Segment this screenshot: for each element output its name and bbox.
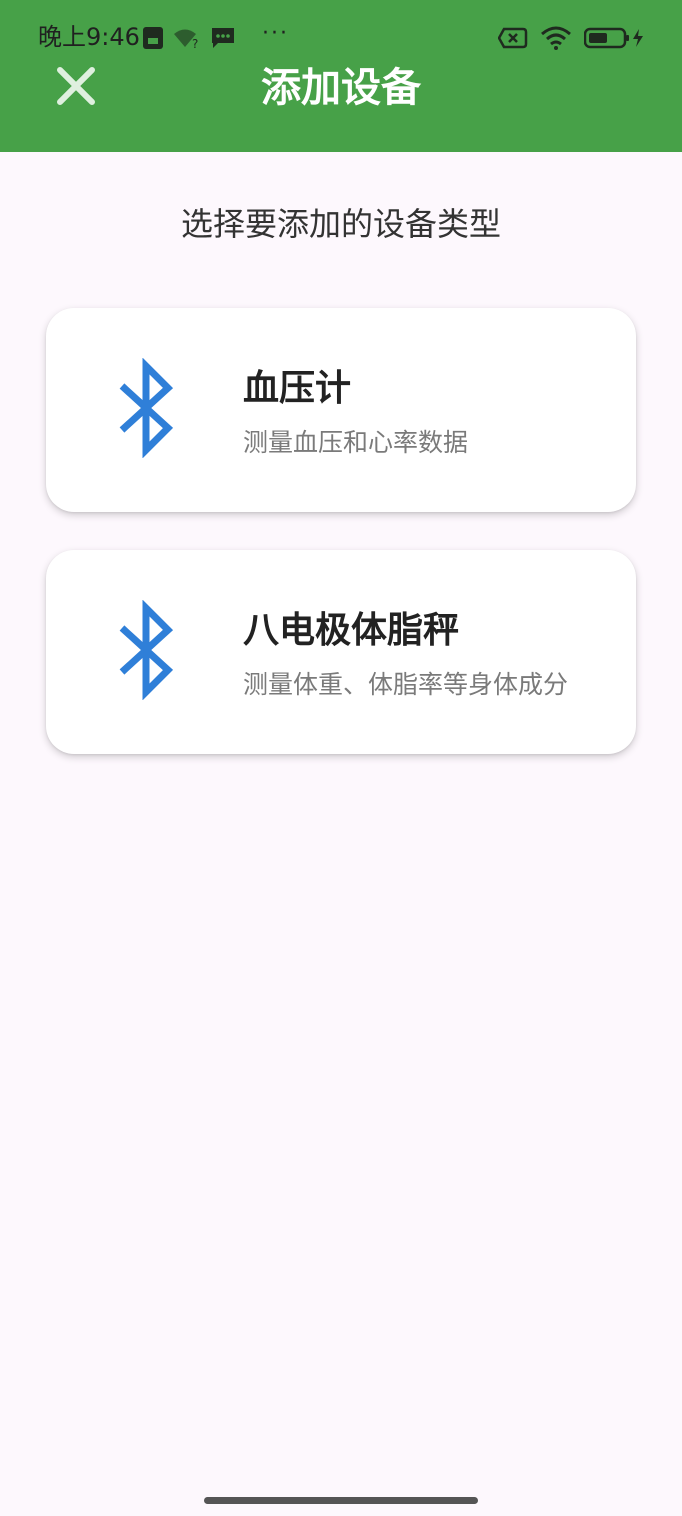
no-sim-icon bbox=[498, 26, 528, 50]
wifi-question-icon: ? bbox=[172, 27, 202, 49]
status-icons-left: ? ··· bbox=[142, 21, 289, 52]
home-indicator[interactable] bbox=[204, 1497, 478, 1504]
app-header: 晚上9:46 ? ··· 添加设备 bbox=[0, 0, 682, 152]
device-title: 血压计 bbox=[243, 368, 352, 409]
device-description: 测量体重、体脂率等身体成分 bbox=[243, 670, 569, 699]
svg-text:?: ? bbox=[192, 37, 198, 49]
device-title: 八电极体脂秤 bbox=[243, 610, 460, 651]
device-card-body-fat-scale[interactable]: 八电极体脂秤 测量体重、体脂率等身体成分 bbox=[46, 550, 636, 754]
bluetooth-icon bbox=[116, 599, 176, 701]
sim-card-icon bbox=[142, 26, 164, 50]
battery-charging-icon bbox=[584, 26, 646, 50]
device-card-blood-pressure[interactable]: 血压计 测量血压和心率数据 bbox=[46, 308, 636, 512]
status-time: 晚上9:46 bbox=[38, 23, 140, 51]
more-dots-icon: ··· bbox=[262, 21, 289, 46]
page-title: 添加设备 bbox=[261, 65, 421, 111]
section-subtitle: 选择要添加的设备类型 bbox=[180, 205, 501, 243]
bluetooth-icon bbox=[116, 357, 176, 459]
status-icons-right bbox=[498, 24, 646, 52]
message-icon bbox=[210, 26, 236, 50]
wifi-icon bbox=[540, 26, 572, 50]
device-description: 测量血压和心率数据 bbox=[243, 428, 469, 457]
